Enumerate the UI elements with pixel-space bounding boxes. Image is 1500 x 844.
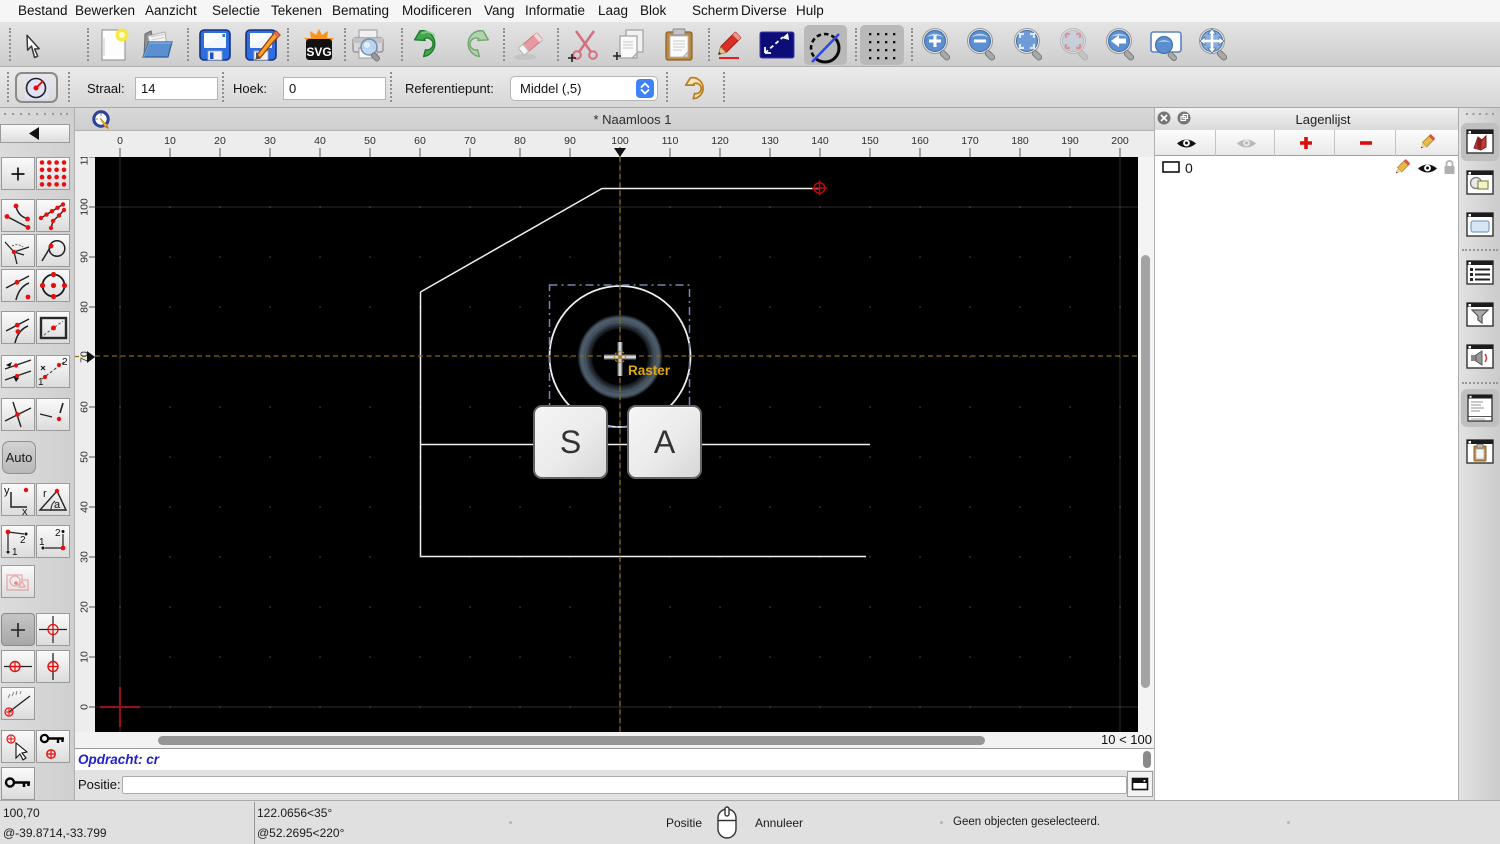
svg-text:30: 30 [264, 135, 276, 147]
svg-text:90: 90 [564, 135, 576, 147]
svg-text:1: 1 [39, 537, 45, 548]
svg-text:90: 90 [79, 251, 91, 263]
svg-text:40: 40 [79, 501, 91, 513]
svg-text:200: 200 [1111, 135, 1129, 147]
svg-text:120: 120 [711, 135, 729, 147]
svg-text:50: 50 [364, 135, 376, 147]
svg-text:180: 180 [1011, 135, 1029, 147]
svg-text:2: 2 [20, 535, 26, 546]
svg-text:150: 150 [861, 135, 879, 147]
svg-text:40: 40 [314, 135, 326, 147]
svg-text:60: 60 [79, 401, 91, 413]
svg-text:10: 10 [164, 135, 176, 147]
svg-text:130: 130 [761, 135, 779, 147]
svg-text:110: 110 [662, 135, 679, 147]
svg-text:r: r [43, 488, 47, 500]
svg-text:80: 80 [79, 301, 91, 313]
svg-text:SVG: SVG [306, 45, 331, 59]
svg-text:160: 160 [911, 135, 929, 147]
svg-text:a: a [54, 499, 61, 511]
svg-text:0: 0 [79, 704, 91, 710]
svg-text:100: 100 [611, 135, 629, 147]
svg-text:70: 70 [464, 135, 476, 147]
svg-text:2: 2 [62, 357, 68, 368]
svg-text:1: 1 [38, 377, 44, 387]
svg-text:100: 100 [79, 198, 91, 216]
svg-text:50: 50 [79, 451, 91, 463]
svg-text:0: 0 [117, 135, 123, 147]
svg-text:20: 20 [79, 601, 91, 613]
svg-text:Raster: Raster [628, 363, 671, 378]
svg-text:140: 140 [811, 135, 829, 147]
svg-text:10: 10 [79, 651, 91, 663]
svg-text:30: 30 [79, 551, 91, 563]
svg-text:190: 190 [1061, 135, 1079, 147]
svg-text:2: 2 [55, 528, 61, 539]
svg-text:y: y [4, 485, 10, 497]
svg-text:170: 170 [961, 135, 979, 147]
svg-text:20: 20 [214, 135, 226, 147]
svg-text:110: 110 [79, 157, 91, 165]
svg-text:80: 80 [514, 135, 526, 147]
svg-text:60: 60 [414, 135, 426, 147]
svg-text:x: x [22, 506, 28, 515]
svg-text:1: 1 [12, 547, 18, 557]
